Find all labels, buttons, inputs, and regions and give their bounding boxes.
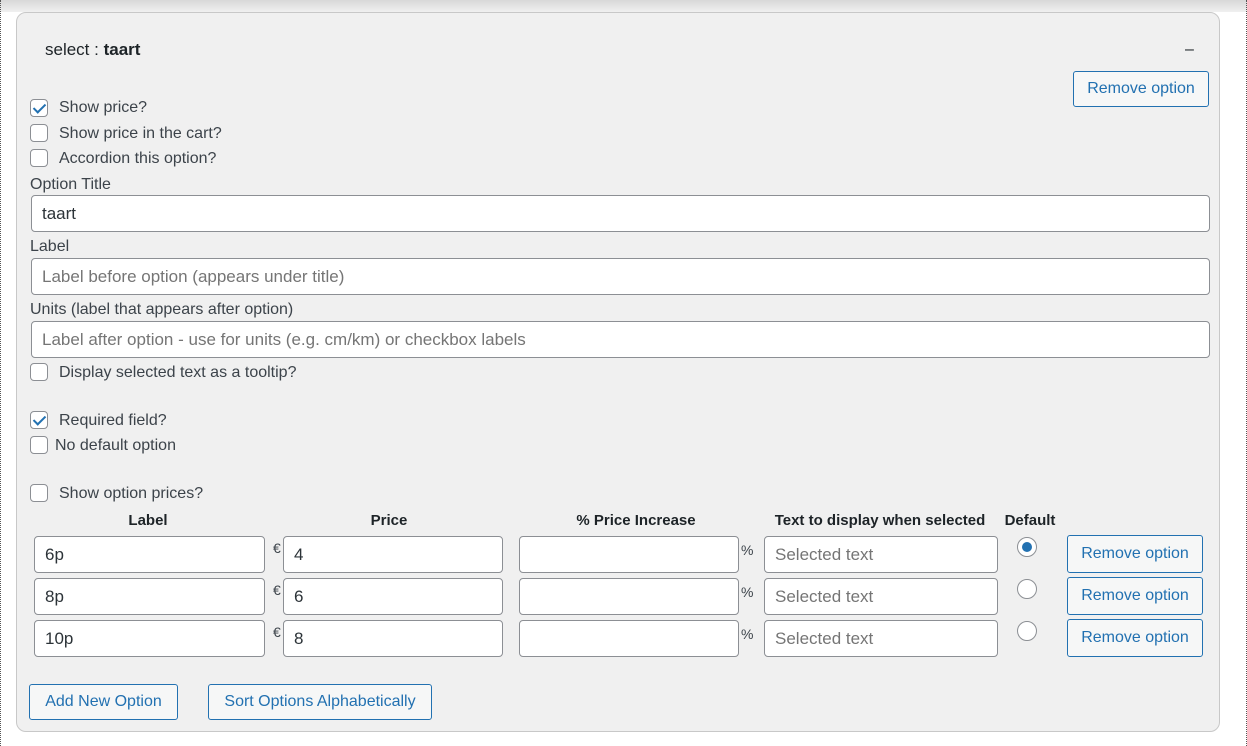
row-price-input[interactable] bbox=[283, 536, 503, 573]
col-header-price: Price bbox=[370, 512, 408, 529]
show-option-prices-checkbox[interactable] bbox=[30, 484, 48, 502]
header-prefix: select : bbox=[45, 40, 104, 59]
left-border bbox=[0, 0, 1, 746]
show-option-prices-label: Show option prices? bbox=[59, 485, 204, 502]
required-checkbox[interactable] bbox=[30, 411, 48, 429]
show-price-label: Show price? bbox=[59, 99, 148, 116]
row-label-input[interactable] bbox=[34, 536, 265, 573]
col-header-default: Default bbox=[1004, 512, 1056, 529]
tooltip-checkbox[interactable] bbox=[30, 363, 48, 381]
label-input[interactable] bbox=[31, 258, 1210, 295]
option-title-label: Option Title bbox=[30, 176, 111, 193]
percent-symbol: % bbox=[741, 584, 754, 600]
accordion-checkbox[interactable] bbox=[30, 149, 48, 167]
option-panel: select : taart – Remove option Show pric… bbox=[16, 12, 1220, 732]
percent-symbol: % bbox=[741, 626, 754, 642]
row-remove-option-button[interactable]: Remove option bbox=[1067, 535, 1203, 573]
currency-symbol: € bbox=[273, 624, 281, 640]
row-default-radio[interactable] bbox=[1017, 579, 1037, 599]
show-price-checkbox[interactable] bbox=[30, 99, 48, 117]
option-title-input[interactable] bbox=[31, 195, 1210, 232]
row-label-input[interactable] bbox=[34, 620, 265, 657]
row-remove-option-button[interactable]: Remove option bbox=[1067, 619, 1203, 657]
row-price-input[interactable] bbox=[283, 578, 503, 615]
accordion-label: Accordion this option? bbox=[59, 150, 217, 167]
tooltip-label: Display selected text as a tooltip? bbox=[59, 364, 297, 381]
units-field-label: Units (label that appears after option) bbox=[30, 301, 294, 318]
col-header-text: Text to display when selected bbox=[774, 512, 986, 529]
show-price-cart-label: Show price in the cart? bbox=[59, 125, 222, 142]
no-default-checkbox[interactable] bbox=[30, 436, 48, 454]
currency-symbol: € bbox=[273, 540, 281, 556]
units-input[interactable] bbox=[31, 321, 1210, 358]
top-shade bbox=[0, 0, 1247, 12]
currency-symbol: € bbox=[273, 582, 281, 598]
show-price-cart-checkbox[interactable] bbox=[30, 124, 48, 142]
collapse-icon[interactable]: – bbox=[1185, 41, 1194, 59]
sort-options-button[interactable]: Sort Options Alphabetically bbox=[208, 684, 432, 720]
row-text-input[interactable] bbox=[764, 578, 998, 615]
col-header-price-increase: % Price Increase bbox=[576, 512, 696, 529]
row-default-radio[interactable] bbox=[1017, 537, 1037, 557]
percent-symbol: % bbox=[741, 542, 754, 558]
row-increase-input[interactable] bbox=[519, 578, 739, 615]
no-default-label: No default option bbox=[55, 437, 176, 454]
row-price-input[interactable] bbox=[283, 620, 503, 657]
row-increase-input[interactable] bbox=[519, 536, 739, 573]
row-default-radio[interactable] bbox=[1017, 621, 1037, 641]
row-increase-input[interactable] bbox=[519, 620, 739, 657]
option-header: select : taart bbox=[45, 40, 140, 60]
add-new-option-button[interactable]: Add New Option bbox=[29, 684, 178, 720]
row-remove-option-button[interactable]: Remove option bbox=[1067, 577, 1203, 615]
remove-option-button[interactable]: Remove option bbox=[1073, 71, 1209, 107]
row-text-input[interactable] bbox=[764, 536, 998, 573]
label-field-label: Label bbox=[30, 238, 70, 255]
required-label: Required field? bbox=[59, 412, 167, 429]
row-label-input[interactable] bbox=[34, 578, 265, 615]
col-header-label: Label bbox=[128, 512, 168, 529]
row-text-input[interactable] bbox=[764, 620, 998, 657]
header-name: taart bbox=[103, 40, 141, 59]
